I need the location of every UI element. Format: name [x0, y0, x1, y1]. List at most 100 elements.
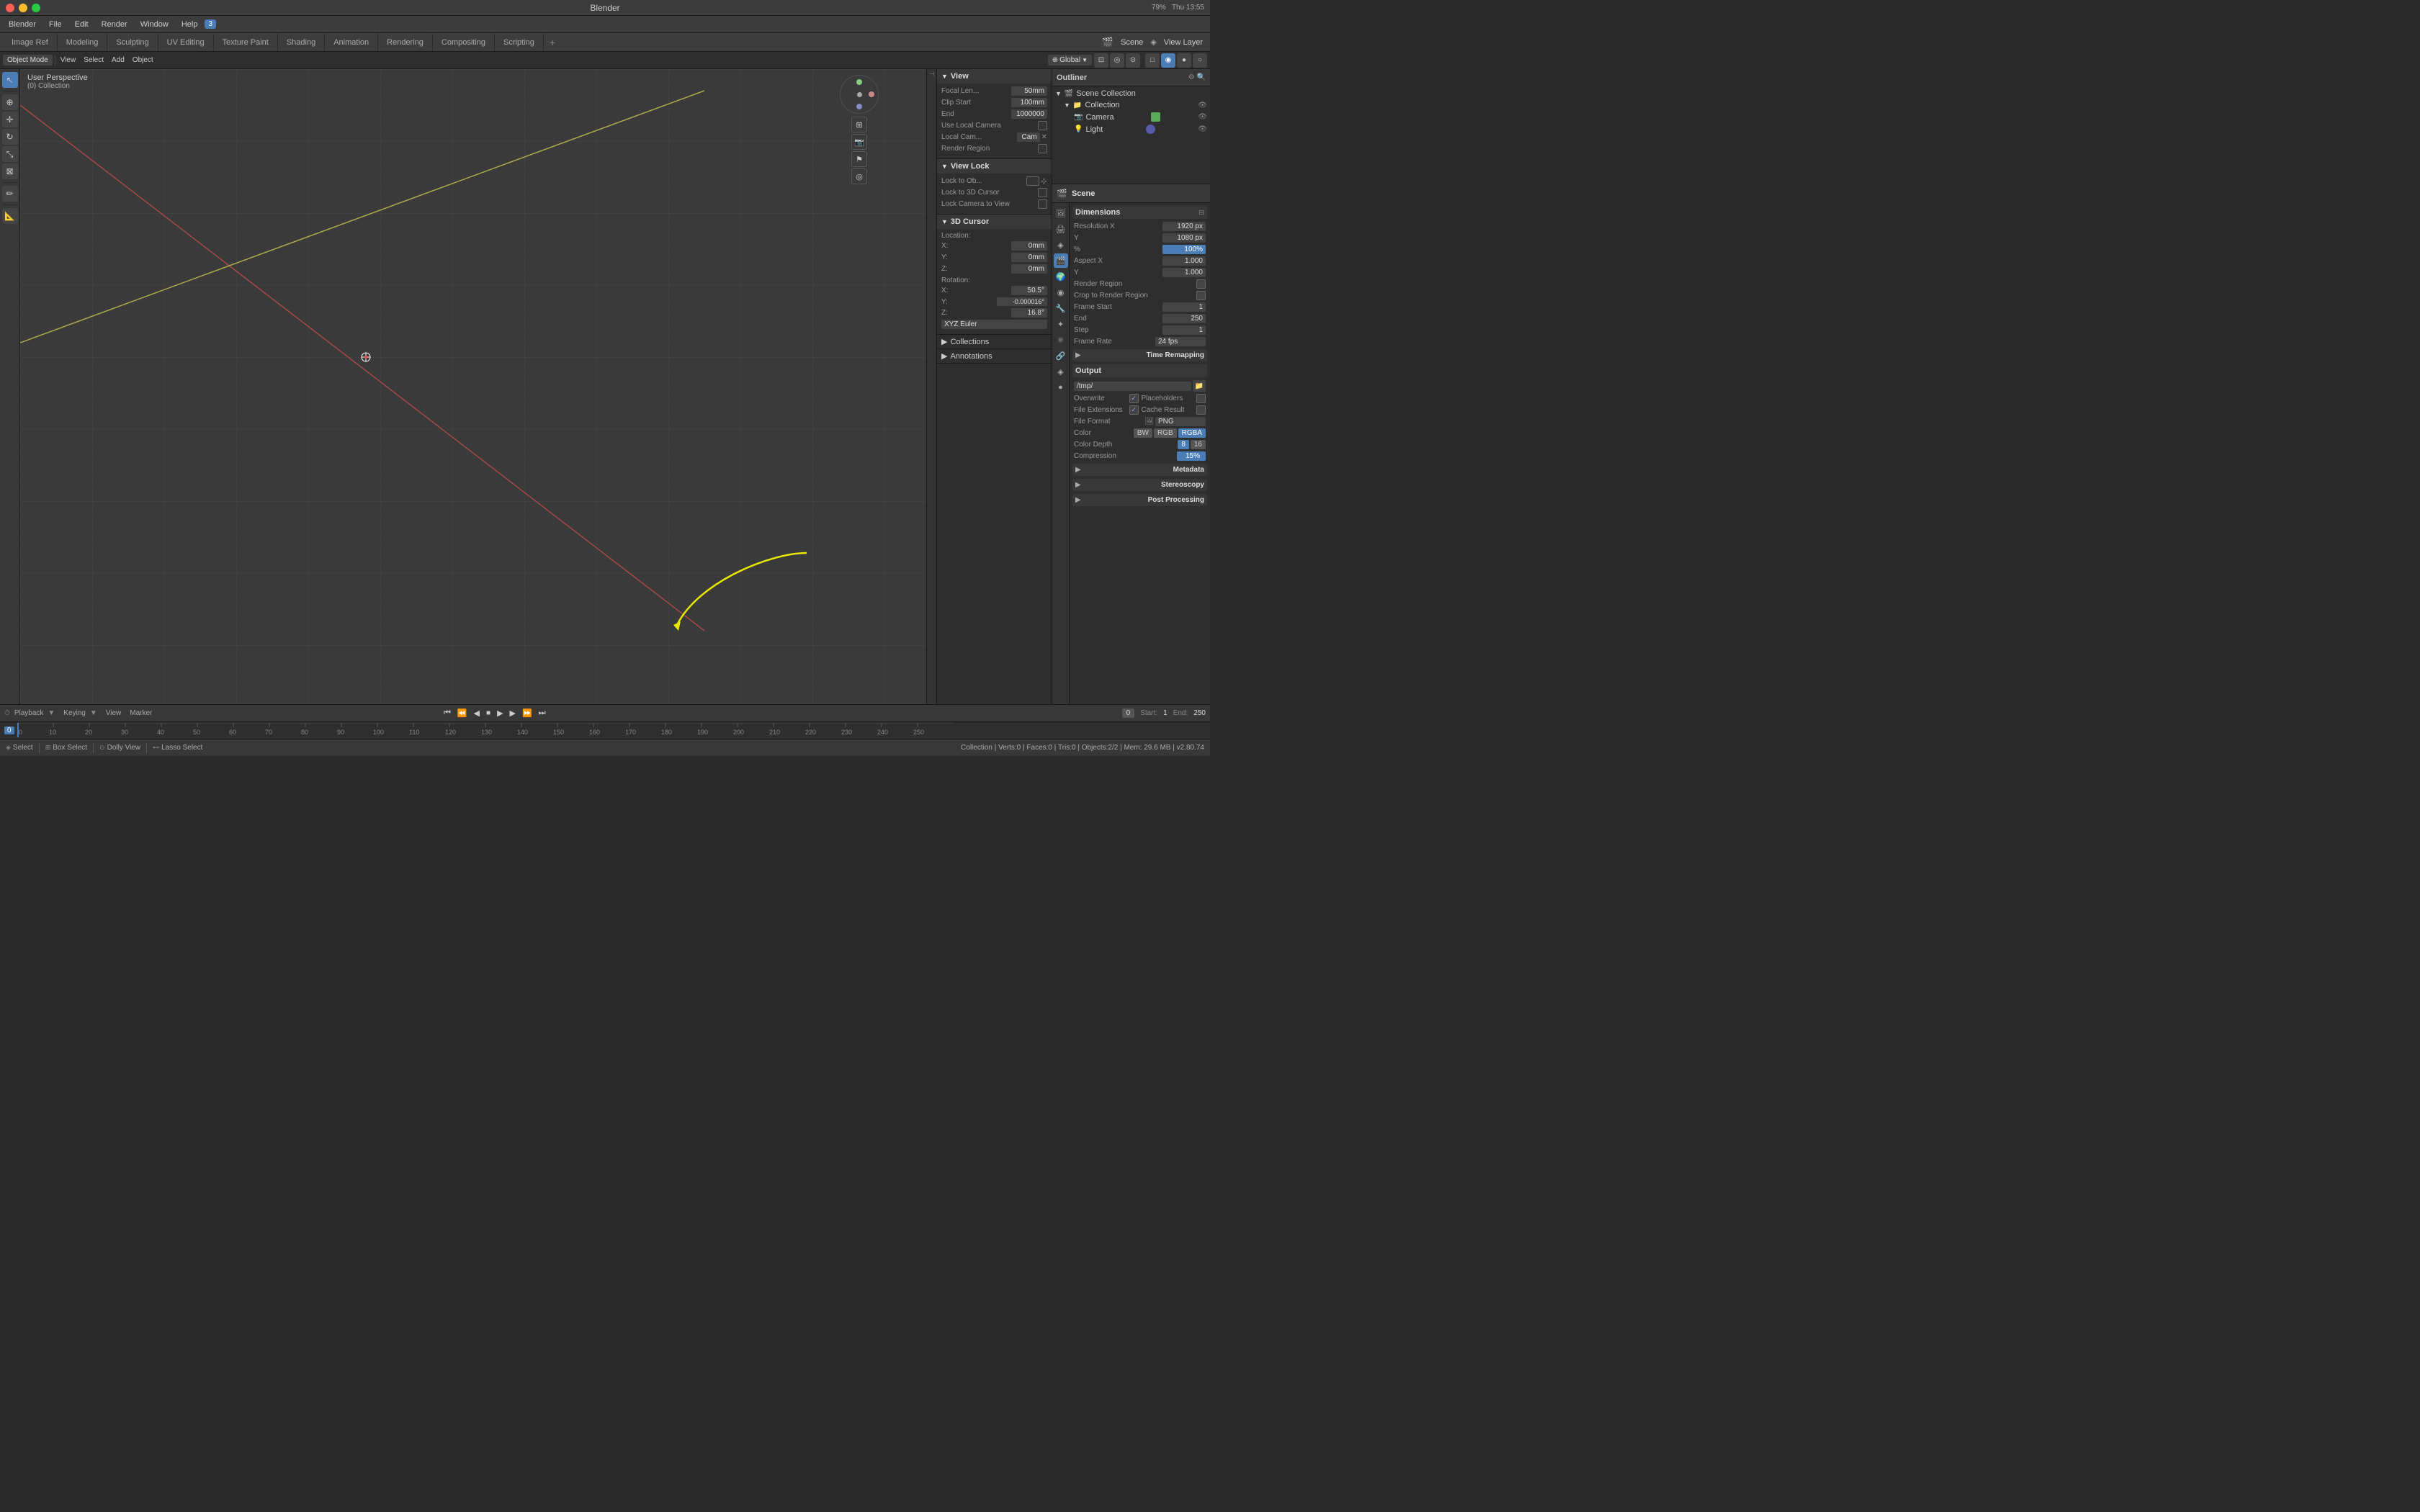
frame-rate-value[interactable]: 24 fps	[1155, 337, 1206, 346]
dimensions-section-header[interactable]: Dimensions ⊟	[1072, 206, 1207, 219]
annotations-header[interactable]: ▶ Annotations	[937, 349, 1052, 363]
props-physics-icon[interactable]: ⚛	[1054, 333, 1068, 347]
stop-btn[interactable]: ■	[484, 708, 493, 718]
annotate-tool[interactable]: ✏	[2, 186, 18, 202]
render-region-props-checkbox[interactable]	[1196, 279, 1206, 289]
tab-texture-paint[interactable]: Texture Paint	[214, 33, 278, 51]
overwrite-checkbox[interactable]	[1129, 394, 1139, 403]
props-render-icon[interactable]: 🖼	[1054, 206, 1068, 220]
lock-3d-cursor-checkbox[interactable]	[1038, 188, 1047, 197]
wireframe-btn[interactable]: □	[1145, 53, 1160, 68]
bw-btn[interactable]: BW	[1134, 428, 1152, 438]
frame-start-value[interactable]: 1	[1162, 302, 1206, 312]
tab-shading[interactable]: Shading	[278, 33, 325, 51]
view-lock-header[interactable]: ▼ View Lock	[937, 159, 1052, 174]
camera-view-btn[interactable]: 📷	[851, 134, 867, 150]
local-view-btn[interactable]: ⚑	[851, 151, 867, 167]
file-ext-checkbox[interactable]	[1129, 405, 1139, 415]
mode-selector[interactable]: Object Mode	[3, 55, 53, 66]
viewport-3d[interactable]: User Perspective (0) Collection	[20, 69, 936, 704]
frame-step-value[interactable]: 1	[1162, 325, 1206, 335]
rgb-btn[interactable]: RGB	[1154, 428, 1177, 438]
rot-y-value[interactable]: -0.000016°	[997, 297, 1047, 306]
scene-collection-item[interactable]: ▼ 🎬 Scene Collection	[1052, 88, 1210, 99]
use-local-camera-checkbox[interactable]	[1038, 121, 1047, 130]
props-constraints-icon[interactable]: 🔗	[1054, 348, 1068, 363]
jump-end-btn[interactable]: ⏭	[537, 708, 548, 719]
header-add[interactable]: Add	[109, 56, 127, 64]
props-view-layer-icon[interactable]: ◈	[1054, 238, 1068, 252]
local-cam-clear[interactable]: ✕	[1041, 133, 1047, 141]
aspect-x-value[interactable]: 1.000	[1162, 256, 1206, 266]
marker-label[interactable]: Marker	[130, 709, 152, 717]
playback-label[interactable]: Playback	[14, 709, 44, 717]
cursor-tool[interactable]: ⊕	[2, 94, 18, 110]
props-output-icon[interactable]: 🖨	[1054, 222, 1068, 236]
rot-z-value[interactable]: 16.8°	[1011, 308, 1047, 318]
res-x-value[interactable]: 1920 px	[1162, 222, 1206, 231]
tab-compositing[interactable]: Compositing	[433, 33, 495, 51]
focal-length-value[interactable]: 50mm	[1011, 86, 1047, 96]
move-tool[interactable]: ✛	[2, 112, 18, 127]
minimize-button[interactable]	[19, 4, 27, 12]
time-remapping-header[interactable]: ▶ Time Remapping	[1072, 349, 1207, 361]
props-material-icon[interactable]: ●	[1054, 380, 1068, 395]
render-view-btn[interactable]: ◎	[851, 168, 867, 184]
menu-render[interactable]: Render	[96, 19, 133, 30]
camera-item[interactable]: 📷 Camera 👁	[1052, 111, 1210, 123]
measure-tool[interactable]: 📐	[2, 208, 18, 224]
menu-edit[interactable]: Edit	[69, 19, 94, 30]
keying-label[interactable]: Keying	[63, 709, 86, 717]
compression-value[interactable]: 15%	[1177, 451, 1206, 461]
outliner-search-icon[interactable]: 🔍	[1197, 73, 1206, 81]
cache-result-checkbox[interactable]	[1196, 405, 1206, 415]
props-object-icon[interactable]: ◉	[1054, 285, 1068, 300]
props-modifier-icon[interactable]: 🔧	[1054, 301, 1068, 315]
tab-uv-editing[interactable]: UV Editing	[158, 33, 214, 51]
aspect-y-value[interactable]: 1.000	[1162, 268, 1206, 277]
transform-tool[interactable]: ⊠	[2, 163, 18, 179]
props-scene-icon-btn[interactable]: 🎬	[1054, 253, 1068, 268]
view-section-header[interactable]: ▼ View	[937, 69, 1052, 84]
res-pct-value[interactable]: 100%	[1162, 245, 1206, 254]
rotation-type-value[interactable]: XYZ Euler	[941, 320, 1047, 329]
tab-animation[interactable]: Animation	[325, 33, 378, 51]
overlay-btn[interactable]: ⊙	[1126, 53, 1140, 68]
output-header[interactable]: Output	[1072, 364, 1207, 377]
menu-help[interactable]: Help	[176, 19, 204, 30]
select-tool[interactable]: ↖	[2, 72, 18, 88]
props-data-icon[interactable]: ◈	[1054, 364, 1068, 379]
cursor-y-value[interactable]: 0mm	[1011, 253, 1047, 262]
next-keyframe-btn[interactable]: ⏩	[520, 708, 534, 719]
tab-add-button[interactable]: +	[544, 33, 561, 51]
header-view[interactable]: View	[58, 56, 79, 64]
clip-start-value[interactable]: 100mm	[1011, 98, 1047, 107]
tab-image-ref[interactable]: Image Ref	[3, 33, 58, 51]
local-cam-value[interactable]: Cam	[1017, 132, 1040, 142]
header-object[interactable]: Object	[130, 56, 156, 64]
render-region-checkbox[interactable]	[1038, 144, 1047, 153]
play-btn[interactable]: ▶	[495, 708, 505, 719]
prev-frame-btn[interactable]: ◀	[472, 708, 482, 719]
nav-gizmo[interactable]	[840, 75, 879, 114]
close-button[interactable]	[6, 4, 14, 12]
crop-checkbox[interactable]	[1196, 291, 1206, 300]
frame-end-value[interactable]: 250	[1162, 314, 1206, 323]
perspective-toggle-btn[interactable]: ⊞	[851, 117, 867, 132]
rot-x-value[interactable]: 50.5°	[1011, 286, 1047, 295]
output-path-input[interactable]: /tmp/	[1074, 382, 1191, 391]
light-item[interactable]: 💡 Light 👁	[1052, 123, 1210, 135]
maximize-button[interactable]	[32, 4, 40, 12]
collection-visibility[interactable]: 👁	[1198, 102, 1207, 109]
rgba-btn[interactable]: RGBA	[1178, 428, 1206, 438]
depth-16-btn[interactable]: 16	[1191, 440, 1206, 449]
outliner-filter-icon[interactable]: ⚙	[1188, 73, 1195, 81]
output-folder-btn[interactable]: 📁	[1193, 380, 1206, 392]
clip-end-value[interactable]: 1000000	[1011, 109, 1047, 119]
tab-rendering[interactable]: Rendering	[378, 33, 433, 51]
camera-visibility[interactable]: 👁	[1198, 113, 1207, 121]
rotate-tool[interactable]: ↻	[2, 129, 18, 145]
timeline-view-label[interactable]: View	[106, 709, 122, 717]
lock-camera-checkbox[interactable]	[1038, 199, 1047, 209]
props-world-icon[interactable]: 🌍	[1054, 269, 1068, 284]
